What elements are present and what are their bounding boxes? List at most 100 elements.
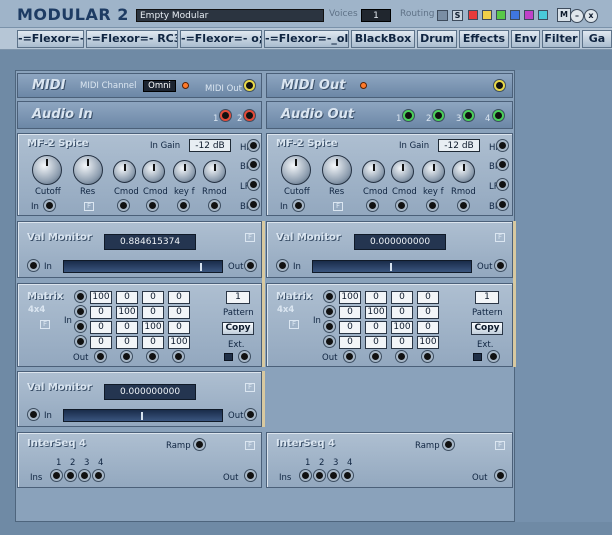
matrix-cell-2-2[interactable]: 100 xyxy=(116,306,138,319)
matrix-cell-4-4[interactable]: 100 xyxy=(168,336,190,349)
matrix-ext-jack[interactable] xyxy=(239,351,250,362)
matrix-f-icon[interactable]: F xyxy=(289,320,299,329)
ins-jack-4[interactable] xyxy=(93,470,104,481)
matrix-cell-1-2[interactable]: 0 xyxy=(365,291,387,304)
matrix-out-jack-4[interactable] xyxy=(173,351,184,362)
menu-flexor-old[interactable]: -=Flexor=-_old xyxy=(264,30,349,48)
matrix-in-jack-3[interactable] xyxy=(324,321,335,332)
ins-jack-1[interactable] xyxy=(51,470,62,481)
ins-jack-1[interactable] xyxy=(300,470,311,481)
val-monitor-out-jack[interactable] xyxy=(245,409,256,420)
midi-out-jack[interactable] xyxy=(244,80,255,91)
cmod-jack-1[interactable] xyxy=(367,200,378,211)
matrix-cell-1-3[interactable]: 0 xyxy=(142,291,164,304)
filter-f-icon[interactable]: F xyxy=(84,202,94,211)
matrix-f-icon[interactable]: F xyxy=(40,320,50,329)
val-monitor-slider[interactable] xyxy=(63,409,223,422)
val-monitor-f-icon[interactable]: F xyxy=(245,233,255,242)
keyf-jack[interactable] xyxy=(427,200,438,211)
matrix-out-jack-3[interactable] xyxy=(147,351,158,362)
minimize-icon[interactable]: – xyxy=(570,9,584,23)
matrix-in-jack-3[interactable] xyxy=(75,321,86,332)
ins-jack-4[interactable] xyxy=(342,470,353,481)
cmod-knob-1[interactable] xyxy=(113,160,136,183)
voices-field[interactable]: 1 xyxy=(361,9,391,22)
matrix-cell-3-3[interactable]: 100 xyxy=(142,321,164,334)
matrix-cell-4-4[interactable]: 100 xyxy=(417,336,439,349)
val-monitor-f-icon[interactable]: F xyxy=(245,383,255,392)
ins-jack-3[interactable] xyxy=(328,470,339,481)
cmod-knob-2[interactable] xyxy=(142,160,165,183)
matrix-ext-jack[interactable] xyxy=(488,351,499,362)
filter-in-jack[interactable] xyxy=(293,200,304,211)
matrix-cell-3-1[interactable]: 0 xyxy=(90,321,112,334)
routing-color-5[interactable] xyxy=(524,10,534,20)
rmod-knob[interactable] xyxy=(203,160,226,183)
matrix-out-jack-2[interactable] xyxy=(370,351,381,362)
audio-out-jack-3[interactable] xyxy=(463,110,474,121)
matrix-copy-button[interactable]: Copy xyxy=(471,322,503,335)
matrix-cell-2-2[interactable]: 100 xyxy=(365,306,387,319)
matrix-cell-4-2[interactable]: 0 xyxy=(365,336,387,349)
ins-jack-2[interactable] xyxy=(314,470,325,481)
matrix-cell-2-3[interactable]: 0 xyxy=(391,306,413,319)
interseq-f-icon[interactable]: F xyxy=(245,441,255,450)
s-button[interactable]: S xyxy=(452,10,463,21)
routing-color-4[interactable] xyxy=(510,10,520,20)
matrix-cell-3-2[interactable]: 0 xyxy=(116,321,138,334)
val-monitor-slider[interactable] xyxy=(63,260,223,273)
interseq-out-jack[interactable] xyxy=(245,470,256,481)
matrix-cell-1-1[interactable]: 100 xyxy=(339,291,361,304)
matrix-in-jack-4[interactable] xyxy=(324,336,335,347)
menu-filter[interactable]: Filter xyxy=(542,30,580,48)
matrix-out-jack-2[interactable] xyxy=(121,351,132,362)
matrix-out-jack-1[interactable] xyxy=(344,351,355,362)
matrix-in-jack-2[interactable] xyxy=(324,306,335,317)
matrix-cell-3-1[interactable]: 0 xyxy=(339,321,361,334)
matrix-cell-1-4[interactable]: 0 xyxy=(417,291,439,304)
matrix-cell-2-1[interactable]: 0 xyxy=(90,306,112,319)
val-monitor-in-jack[interactable] xyxy=(28,409,39,420)
matrix-cell-2-4[interactable]: 0 xyxy=(168,306,190,319)
in-gain-select[interactable]: -12 dB xyxy=(189,139,231,152)
matrix-pattern-field[interactable]: 1 xyxy=(226,291,250,304)
matrix-cell-4-1[interactable]: 0 xyxy=(339,336,361,349)
menu-ga[interactable]: Ga xyxy=(582,30,612,48)
filter-in-jack[interactable] xyxy=(44,200,55,211)
interseq-f-icon[interactable]: F xyxy=(495,441,505,450)
matrix-ext-toggle[interactable] xyxy=(473,353,482,361)
ramp-jack[interactable] xyxy=(194,439,205,450)
val-monitor-slider[interactable] xyxy=(312,260,472,273)
matrix-in-jack-2[interactable] xyxy=(75,306,86,317)
matrix-in-jack-4[interactable] xyxy=(75,336,86,347)
matrix-cell-3-2[interactable]: 0 xyxy=(365,321,387,334)
matrix-cell-1-1[interactable]: 100 xyxy=(90,291,112,304)
lp-out-jack[interactable] xyxy=(497,179,508,190)
audio-out-jack-2[interactable] xyxy=(433,110,444,121)
keyf-knob[interactable] xyxy=(422,160,445,183)
matrix-cell-1-4[interactable]: 0 xyxy=(168,291,190,304)
br-out-jack[interactable] xyxy=(497,199,508,210)
cmod-jack-1[interactable] xyxy=(118,200,129,211)
menu-flexor-o[interactable]: -=Flexor=- o; xyxy=(180,30,262,48)
res-knob[interactable] xyxy=(322,155,352,185)
val-monitor-out-jack[interactable] xyxy=(495,260,506,271)
matrix-cell-1-2[interactable]: 0 xyxy=(116,291,138,304)
matrix-out-jack-1[interactable] xyxy=(95,351,106,362)
audio-out-jack-1[interactable] xyxy=(403,110,414,121)
val-monitor-out-jack[interactable] xyxy=(245,260,256,271)
audio-out-jack-4[interactable] xyxy=(493,110,504,121)
routing-color-2[interactable] xyxy=(482,10,492,20)
midi-out-in-jack[interactable] xyxy=(494,80,505,91)
matrix-cell-3-4[interactable]: 0 xyxy=(417,321,439,334)
matrix-out-jack-4[interactable] xyxy=(422,351,433,362)
matrix-cell-3-3[interactable]: 100 xyxy=(391,321,413,334)
matrix-copy-button[interactable]: Copy xyxy=(222,322,254,335)
matrix-cell-4-3[interactable]: 0 xyxy=(391,336,413,349)
matrix-cell-3-4[interactable]: 0 xyxy=(168,321,190,334)
routing-color-6[interactable] xyxy=(538,10,548,20)
cutoff-knob[interactable] xyxy=(281,155,311,185)
routing-color-1[interactable] xyxy=(468,10,478,20)
matrix-cell-2-4[interactable]: 0 xyxy=(417,306,439,319)
cmod-knob-1[interactable] xyxy=(362,160,385,183)
